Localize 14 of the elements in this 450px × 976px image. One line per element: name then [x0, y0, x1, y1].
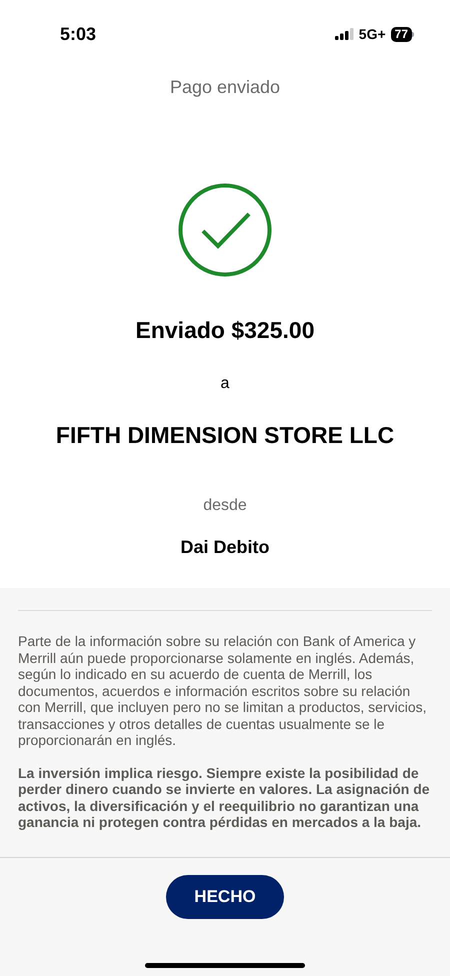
status-time: 5:03 — [60, 22, 96, 46]
page-title: Pago enviado — [170, 76, 280, 99]
signal-icon — [334, 28, 354, 40]
account-name: Dai Debito — [180, 536, 270, 559]
disclosure-paragraph: La inversión implica riesgo. Siempre existe la posibilidad de perder dinero cuando se invierte en valores. La asignación de activos, la diversificación y el reequilibrio no garantizan una ganancia ni protegen contra pérdidas en mercados a la baja. — [18, 764, 431, 830]
from-label: desde — [203, 496, 247, 516]
done-button[interactable]: HECHO — [166, 875, 284, 919]
battery-indicator: 77 — [390, 26, 414, 42]
recipient-name: FIFTH DIMENSION STORE LLC — [56, 420, 394, 450]
to-label: a — [220, 374, 230, 394]
network-label: 5G+ — [358, 24, 386, 44]
checkmark-circle-icon — [178, 183, 272, 277]
amount-sent: Enviado $325.00 — [136, 316, 314, 345]
disclosure-paragraph: Parte de la información sobre su relación con Bank of America y Merrill aún puede proporcionarse solamente en inglés. Además, según lo indicado en su acuerdo de cuenta de Merrill, los documentos, acuerdos e información escritos sobre su relación con Merrill, que incluyen pero no se limitan a productos, servicios, transacciones y otros detalles de cuentas usualmente se le proporcionarán en inglés. — [18, 633, 428, 748]
